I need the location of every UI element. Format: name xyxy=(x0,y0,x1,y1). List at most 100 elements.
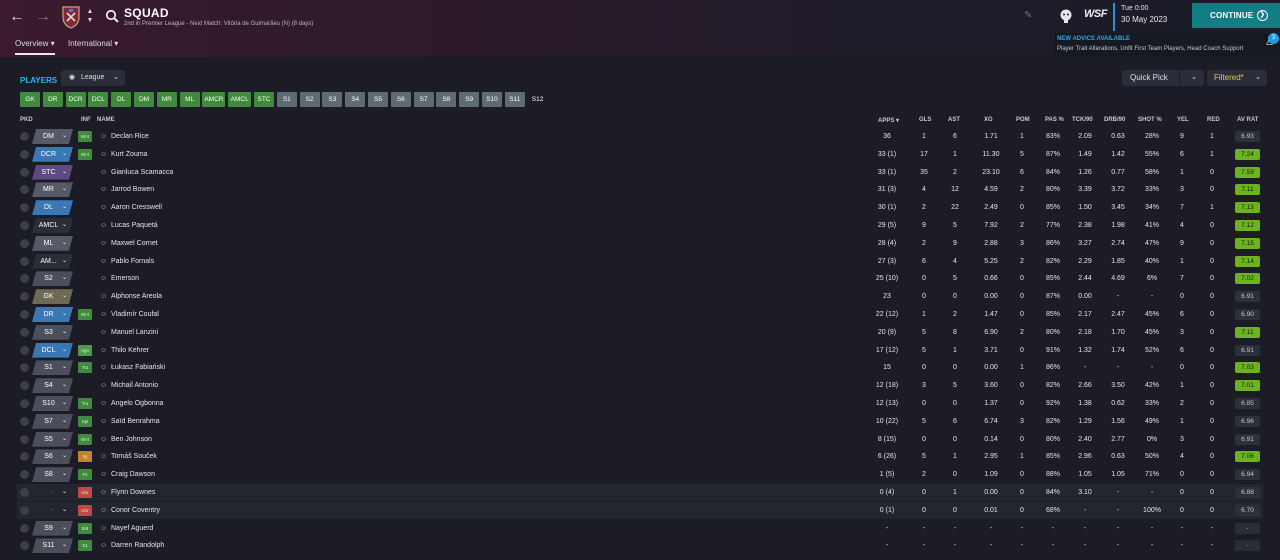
pick-checkbox[interactable] xyxy=(20,203,29,213)
pick-checkbox[interactable] xyxy=(20,256,29,266)
pick-checkbox[interactable] xyxy=(20,381,29,391)
table-row[interactable]: S5 ⌄ Wnt ☺ Ben Johnson 8 (15) 0 0 0.14 0 80% 2.40 2.… xyxy=(17,431,1263,448)
table-row[interactable]: GK ⌄ ☺ Alphonse Areola 23 0 0 0.00 0 87% 0.00- -0 0 6… xyxy=(17,288,1263,305)
position-button-s1[interactable]: S1 xyxy=(276,92,297,107)
table-row[interactable]: S3 ⌄ ☺ Manuel Lanzini 20 (9) 5 8 6.90 2 80% 2.18 1.… xyxy=(17,324,1263,341)
table-row[interactable]: S4 ⌄ ☺ Michail Antonio 12 (18) 3 5 3.60 0 82% 2.66… xyxy=(17,377,1263,394)
position-button-dcr[interactable]: DCR xyxy=(65,92,86,107)
col-gls[interactable]: GLS xyxy=(919,117,931,123)
chevron-down-icon[interactable]: ⌄ xyxy=(62,537,67,554)
chevron-down-icon[interactable]: ⌄ xyxy=(62,164,67,181)
pick-checkbox[interactable] xyxy=(20,310,29,319)
club-crest-icon[interactable] xyxy=(61,5,81,29)
position-button-dm[interactable]: DM xyxy=(134,92,154,107)
player-name[interactable]: Craig Dawson xyxy=(111,466,155,483)
chevron-down-icon[interactable]: ⌄ xyxy=(62,306,67,323)
table-row[interactable]: DR ⌄ Wnt ☺ Vladimír Coufal 22 (12) 1 2 1.47 0 85% 2… xyxy=(17,306,1263,323)
player-name[interactable]: Aaron Cresswell xyxy=(111,199,162,216)
pick-checkbox[interactable] xyxy=(20,541,29,551)
pick-checkbox[interactable] xyxy=(20,292,29,302)
col-apps[interactable]: APPS ▾ xyxy=(878,117,899,124)
player-name[interactable]: Saïd Benrahma xyxy=(111,413,160,430)
pick-checkbox[interactable] xyxy=(20,505,29,515)
col-ast[interactable]: AST xyxy=(948,117,960,123)
position-button-dcl[interactable]: DCL xyxy=(88,92,109,107)
position-button-s4[interactable]: S4 xyxy=(345,92,366,107)
info-badge[interactable]: Inj xyxy=(78,451,92,463)
info-badge[interactable]: Unr xyxy=(78,487,92,498)
chevron-down-icon[interactable]: ⌄ xyxy=(62,342,67,359)
table-row[interactable]: AM... ⌄ ☺ Pablo Fornals 27 (3) 6 4 5.25 2 82% 2.29… xyxy=(17,253,1263,270)
player-name[interactable]: Thilo Kehrer xyxy=(111,342,149,359)
player-name[interactable]: Maxwel Cornet xyxy=(111,235,158,252)
info-badge[interactable]: Tra xyxy=(78,362,92,374)
player-name[interactable]: Nayef Aguerd xyxy=(111,520,153,537)
chevron-down-icon[interactable]: ⌄ xyxy=(62,502,67,519)
pick-checkbox[interactable] xyxy=(20,221,29,230)
chevron-down-icon[interactable]: ⌄ xyxy=(62,359,67,376)
chevron-down-icon[interactable]: ⌄ xyxy=(62,181,67,198)
edit-pencil-icon[interactable]: ✎ xyxy=(1024,10,1032,21)
date-display[interactable]: Tue 0:00 30 May 2023 xyxy=(1113,3,1187,31)
info-badge[interactable]: Wnt xyxy=(78,148,92,160)
position-button-s12[interactable]: S12 xyxy=(527,92,548,107)
filter-dropdown[interactable]: Filtered* ⌄ xyxy=(1207,70,1267,86)
chevron-down-icon[interactable]: ⌄ xyxy=(62,324,67,341)
position-button-s3[interactable]: S3 xyxy=(322,92,343,107)
position-button-s8[interactable]: S8 xyxy=(436,92,457,107)
player-name[interactable]: Vladimír Coufal xyxy=(111,306,159,323)
tab-international[interactable]: International ▾ xyxy=(68,39,118,55)
col-pas[interactable]: PAS % xyxy=(1045,117,1064,123)
table-row[interactable]: DCL ⌄ Agn ☺ Thilo Kehrer 17 (12) 5 1 3.71 0 91% 1.3… xyxy=(17,342,1263,359)
player-name[interactable]: Jarrod Bowen xyxy=(111,181,154,198)
player-name[interactable]: Michail Antonio xyxy=(111,377,158,394)
chevron-down-icon[interactable]: ⌄ xyxy=(62,466,67,483)
chevron-down-icon[interactable]: ⌄ xyxy=(62,431,67,448)
forward-arrow-icon[interactable]: → xyxy=(34,8,52,26)
table-row[interactable]: DM ⌄ Wnt ☺ Declan Rice 36 1 6 1.71 1 83% 2.09 0.63 28… xyxy=(17,128,1263,145)
info-badge[interactable]: Fit xyxy=(78,469,92,481)
position-button-dl[interactable]: DL xyxy=(111,92,132,107)
col-pom[interactable]: POM xyxy=(1016,117,1030,123)
player-name[interactable]: Angelo Ogbonna xyxy=(111,395,164,412)
pick-checkbox[interactable] xyxy=(20,185,29,195)
player-name[interactable]: Łukasz Fabiański xyxy=(111,359,165,376)
player-name[interactable]: Emerson xyxy=(111,270,139,287)
chevron-down-icon[interactable]: ⌄ xyxy=(1191,70,1197,86)
col-name[interactable]: NAME xyxy=(97,117,115,123)
pick-checkbox[interactable] xyxy=(20,452,29,462)
player-name[interactable]: Pablo Fornals xyxy=(111,253,154,270)
table-row[interactable]: DCR ⌄ Wnt ☺ Kurt Zouma 33 (1) 17 1 11.30 5 87% 1.49… xyxy=(17,146,1263,163)
table-row[interactable]: S9 ⌄ Bld ☺ Nayef Aguerd - - - - - - - - - - - - xyxy=(17,520,1263,537)
pick-checkbox[interactable] xyxy=(20,470,29,480)
info-badge[interactable]: S1 xyxy=(78,540,92,552)
player-name[interactable]: Lucas Paquetá xyxy=(111,217,158,234)
col-drb[interactable]: DRB/90 xyxy=(1104,117,1125,123)
position-button-ml[interactable]: ML xyxy=(179,92,200,107)
chevron-down-icon[interactable]: ⌄ xyxy=(62,199,67,216)
league-dropdown[interactable]: ◉ League ⌄ xyxy=(61,70,125,86)
chevron-down-icon[interactable]: ⌄ xyxy=(62,520,67,537)
table-row[interactable]: AMCL ⌄ ☺ Lucas Paquetá 29 (5) 9 5 7.92 2 77% 2.38 1… xyxy=(17,217,1263,234)
position-button-amcl[interactable]: AMCL xyxy=(228,92,252,107)
info-badge[interactable]: Spl xyxy=(78,415,92,427)
table-row[interactable]: STC ⌄ ☺ Gianluca Scamacca 33 (1) 35 2 23.10 6 84%… xyxy=(17,164,1263,181)
position-button-s11[interactable]: S11 xyxy=(504,92,525,107)
player-name[interactable]: Tomáš Souček xyxy=(111,448,157,465)
chevron-down-icon[interactable]: ⌄ xyxy=(62,217,67,234)
position-button-s5[interactable]: S5 xyxy=(368,92,388,107)
col-pkd[interactable]: PKD xyxy=(20,117,33,123)
chevron-down-icon[interactable]: ⌄ xyxy=(62,413,67,430)
table-row[interactable]: S6 ⌄ Inj ☺ Tomáš Souček 6 (26) 5 1 2.95 1 85% 2.96 0… xyxy=(17,448,1263,465)
info-badge[interactable]: Agn xyxy=(78,344,92,356)
info-badge[interactable]: Wnt xyxy=(78,433,92,445)
player-name[interactable]: Conor Coventry xyxy=(111,502,160,519)
pick-checkbox[interactable] xyxy=(20,434,29,444)
pick-checkbox[interactable] xyxy=(20,327,29,337)
position-button-dr[interactable]: DR xyxy=(42,92,63,107)
chevron-down-icon[interactable]: ⌄ xyxy=(62,395,67,412)
col-red[interactable]: RED xyxy=(1207,117,1220,123)
player-name[interactable]: Declan Rice xyxy=(111,128,149,145)
chevron-down-icon[interactable]: ⌄ xyxy=(62,253,67,270)
col-tck[interactable]: TCK/90 xyxy=(1072,117,1093,123)
